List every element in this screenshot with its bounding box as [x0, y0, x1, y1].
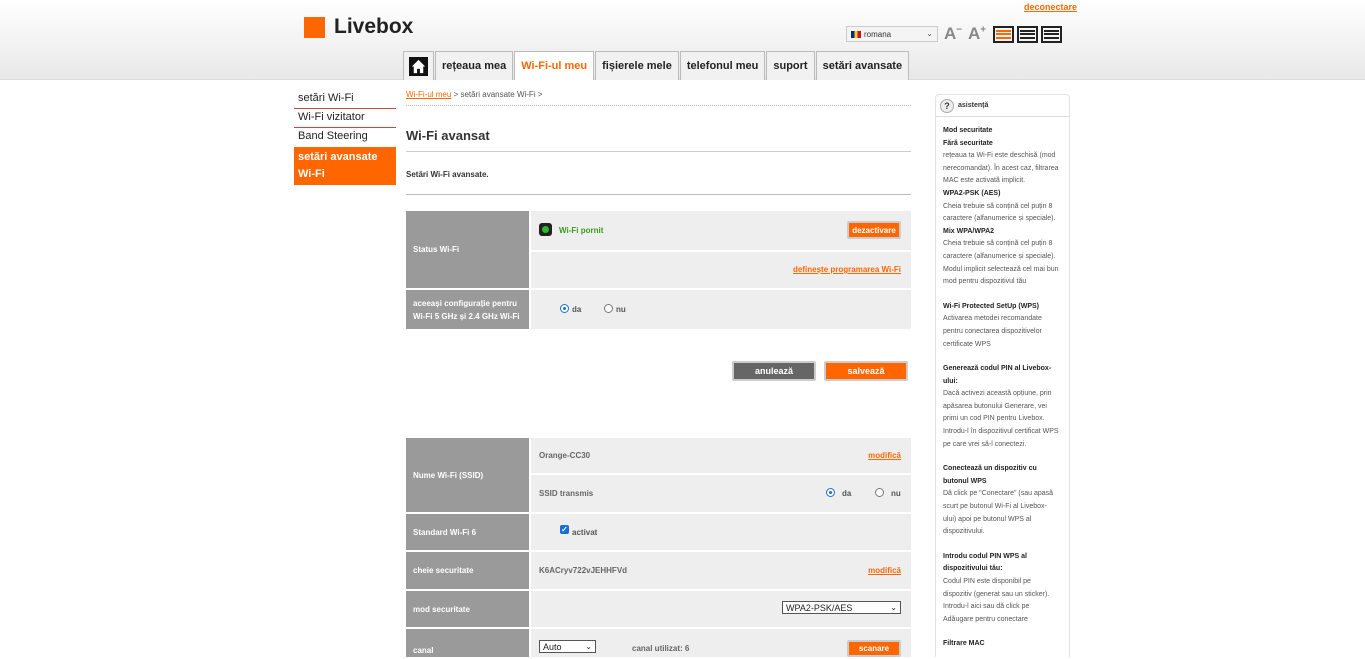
help-section-line: certificate WPS	[943, 340, 991, 348]
status-row: Status Wi-Fi Wi-Fi pornit dezactivare de…	[406, 211, 911, 288]
security-key-row: cheie securitate K6ACryv722vJEHHFVd modi…	[406, 552, 911, 589]
ssid-transmit-label: SSID transmis	[539, 489, 594, 498]
help-section-title: Introdu codul PIN WPS al dispozitivului …	[943, 552, 1027, 573]
help-section-title: WPA2-PSK (AES)	[943, 189, 1001, 197]
same-config-row: aceeași configurație pentru Wi-Fi 5 GHz …	[406, 290, 911, 329]
disable-wifi-button[interactable]: dezactivare	[847, 221, 901, 239]
sidebar-item-band-steering[interactable]: Band Steering	[294, 128, 396, 147]
livebox-logo[interactable]: Livebox	[304, 15, 413, 39]
logo-text: Livebox	[334, 15, 414, 38]
help-section-line: Introdu-l în dispozitivul certificat WPS	[943, 428, 1059, 436]
help-section-line: caractere (alfanumerice și speciale).	[943, 252, 1056, 260]
ssid-label: Nume Wi-Fi (SSID)	[406, 438, 529, 512]
help-section-title: Generează codul PIN al Livebox-ului:	[943, 365, 1052, 385]
channel-label: canal	[406, 629, 529, 657]
help-section-title: Conectează un dispozitiv cu butonul WPS	[943, 465, 1037, 485]
chevron-down-icon: ⌄	[890, 603, 897, 612]
scan-button[interactable]: scanare	[847, 640, 901, 657]
settings-form: Status Wi-Fi Wi-Fi pornit dezactivare de…	[406, 0, 911, 657]
disconnect-link[interactable]: deconectare	[1024, 2, 1077, 12]
security-mode-select[interactable]: WPA2-PSK/AES ⌄	[782, 601, 901, 614]
help-section-line: Adăugare pentru conectare	[943, 615, 1028, 623]
help-section-title: Wi-Fi Protected SetUp (WPS)	[943, 302, 1039, 310]
chevron-down-icon: ⌄	[585, 642, 592, 651]
ssid-transmit-no-radio[interactable]	[875, 488, 884, 497]
sidebar: setări Wi-Fi Wi-Fi vizitator Band Steeri…	[294, 90, 396, 185]
channel-used-text: canal utilizat: 6	[632, 644, 690, 653]
help-section-line: ului) apoi pe butonul WPS al	[943, 515, 1032, 523]
ssid-row: Nume Wi-Fi (SSID) Orange-CC30 modifică S…	[406, 438, 911, 512]
orange-logo-icon	[304, 16, 325, 38]
channel-select[interactable]: Auto ⌄	[539, 640, 596, 653]
help-section-title: Filtrare MAC	[943, 640, 985, 648]
status-label: Status Wi-Fi	[406, 211, 529, 288]
sidebar-item-guest-wifi[interactable]: Wi-Fi vizitator	[294, 109, 396, 128]
wifi-status-led-icon	[539, 223, 552, 236]
sidebar-item-wifi-settings[interactable]: setări Wi-Fi	[294, 90, 396, 109]
help-section-line: apăsarea butonului Generare, vei	[943, 402, 1047, 410]
help-section-line: MAC este activată implicit.	[943, 177, 1026, 185]
help-section-line: dispozitiv (generat sau un sticker).	[943, 590, 1050, 598]
help-content: Mod securitate Fără securitate rețeaua ta …	[936, 117, 1069, 659]
modify-key-link[interactable]: modifică	[868, 566, 901, 575]
sidebar-item-advanced-wifi[interactable]: setări avansate Wi-Fi	[294, 147, 396, 185]
theme-black-icon[interactable]	[1041, 26, 1062, 43]
help-section-title: Mix WPA/WPA2	[943, 227, 995, 235]
theme-dark-icon[interactable]	[1017, 26, 1038, 43]
help-title: asistență	[958, 102, 989, 109]
help-section-line: Dacă activezi această opțiune, prin	[943, 390, 1052, 398]
wifi6-row: Standard Wi-Fi 6 ✓ activat	[406, 514, 911, 550]
help-section-line: mod pentru dispozitivul tău	[943, 278, 1027, 286]
wifi-status-text: Wi-Fi pornit	[559, 226, 604, 235]
help-section-line: Cheia trebuie să conțină cel puțin 8	[943, 202, 1053, 210]
cancel-button[interactable]: anulează	[732, 361, 816, 381]
security-mode-label: mod securitate	[406, 591, 529, 627]
ssid-transmit-yes-radio[interactable]	[826, 488, 835, 497]
help-panel: ? asistență Mod securitate Fără securitat…	[935, 94, 1070, 657]
security-key-value: K6ACryv722vJEHHFVd	[539, 566, 628, 575]
help-section-line: primi un cod PIN pentru Livebox.	[943, 415, 1045, 423]
wifi6-label: Standard Wi-Fi 6	[406, 514, 529, 550]
modify-ssid-link[interactable]: modifică	[868, 451, 901, 460]
same-config-yes-radio[interactable]	[560, 304, 569, 313]
help-section-line: rețeaua ta Wi-Fi este deschisă (mod	[943, 152, 1056, 160]
help-section-line: Modul implicit selectează cel mai bun	[943, 265, 1059, 273]
help-icon: ?	[940, 98, 954, 113]
help-section-line: Activarea metodei recomandate	[943, 315, 1042, 323]
help-section-line: Introdu-l aici sau dă click pe	[943, 603, 1030, 611]
help-section-line: Cheia trebuie să conțină cel puțin 8	[943, 240, 1053, 248]
help-section-title: Fără securitate	[943, 139, 993, 147]
schedule-wifi-link[interactable]: definește programarea Wi-Fi	[793, 265, 901, 274]
help-section-line: caractere (alfanumerice și speciale).	[943, 215, 1056, 223]
help-section-line: nerecomandat). În acest caz, filtrarea	[943, 164, 1059, 172]
help-section-line: Dă click pe "Conectare" (sau apasă	[943, 490, 1054, 498]
security-key-label: cheie securitate	[406, 552, 529, 589]
same-config-no-radio[interactable]	[604, 304, 613, 313]
help-section-line: pe care vrei să-l conectezi.	[943, 440, 1027, 448]
channel-row: canal Auto ⌄ canal utilizat: 6 scanare	[406, 629, 911, 657]
save-button[interactable]: salvează	[824, 361, 908, 381]
help-section-line: dispozitivului.	[943, 528, 985, 536]
same-config-label: aceeași configurație pentru Wi-Fi 5 GHz …	[406, 290, 529, 329]
help-section-line: scurt pe butonul Wi-Fi al Livebox-	[943, 503, 1047, 511]
help-section-title: Mod securitate	[943, 127, 993, 134]
help-section-line: pentru conectarea dispozitivelor	[943, 327, 1042, 335]
font-decrease-button[interactable]: A−	[944, 24, 962, 44]
chevron-down-icon: ⌄	[926, 29, 933, 38]
security-mode-row: mod securitate WPA2-PSK/AES ⌄	[406, 591, 911, 627]
wifi6-checkbox[interactable]: ✓	[560, 525, 569, 534]
help-section-line: Codul PIN este disponibil pe	[943, 578, 1031, 585]
font-increase-button[interactable]: A+	[968, 24, 986, 44]
ssid-value: Orange-CC30	[539, 451, 591, 460]
theme-orange-icon[interactable]	[993, 26, 1014, 43]
